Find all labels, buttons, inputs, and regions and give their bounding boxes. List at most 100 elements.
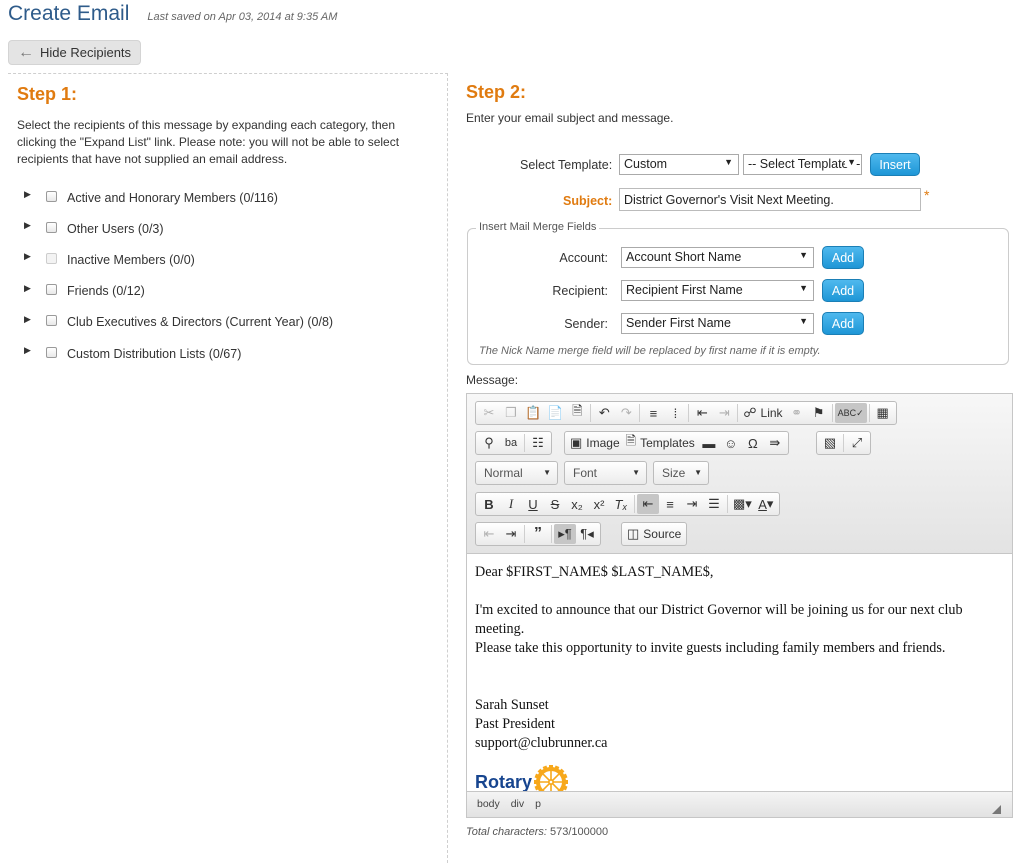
- merge-account-select[interactable]: Account Short Name ▼: [621, 247, 814, 268]
- expand-triangle-icon[interactable]: ▶: [24, 345, 46, 356]
- category-checkbox[interactable]: [46, 190, 57, 202]
- unlink-icon[interactable]: ⚭: [786, 403, 808, 423]
- redo-icon[interactable]: ↷: [615, 403, 637, 423]
- background-color-icon[interactable]: ▩▾: [730, 494, 755, 514]
- separator: [634, 495, 635, 513]
- templates-button[interactable]: 🗎 Templates: [623, 433, 698, 453]
- font-combo[interactable]: Font ▼: [564, 461, 647, 485]
- path-body[interactable]: body: [477, 798, 500, 810]
- blockquote-icon[interactable]: ”: [527, 524, 549, 544]
- step1-description: Select the recipients of this message by…: [17, 118, 400, 166]
- insert-template-button[interactable]: Insert: [870, 153, 920, 176]
- decrease-indent-icon[interactable]: ⇤: [478, 524, 500, 544]
- category-label: Club Executives & Directors (Current Yea…: [67, 315, 334, 330]
- align-left-icon[interactable]: ⇤: [637, 494, 659, 514]
- path-div[interactable]: div: [511, 798, 524, 810]
- copy-icon[interactable]: ❐: [500, 403, 522, 423]
- size-combo[interactable]: Size ▼: [653, 461, 709, 485]
- italic-icon[interactable]: I: [500, 494, 522, 514]
- template-label: Select Template:: [520, 158, 613, 172]
- template-select[interactable]: -- Select Template -- ▼: [743, 154, 862, 175]
- align-right-icon[interactable]: ⇥: [681, 494, 703, 514]
- separator: [831, 404, 833, 422]
- paste-icon[interactable]: 📋: [522, 403, 544, 423]
- superscript-icon[interactable]: x²: [588, 494, 610, 514]
- caret-down-icon: ▼: [632, 468, 640, 477]
- link-icon: ☍: [743, 405, 757, 420]
- image-button[interactable]: ▣ Image: [567, 433, 623, 453]
- caret-down-icon: ▼: [845, 157, 856, 167]
- expand-triangle-icon[interactable]: ▶: [24, 189, 46, 200]
- ltr-icon[interactable]: ▸¶: [554, 524, 576, 544]
- category-checkbox[interactable]: [46, 284, 57, 296]
- maximize-icon[interactable]: ⤢: [846, 433, 868, 453]
- editor-content[interactable]: Dear $FIRST_NAME$ $LAST_NAME$, I'm excit…: [467, 555, 1012, 799]
- cut-icon[interactable]: ✂: [478, 403, 500, 423]
- text-color-icon[interactable]: A ▾: [755, 494, 777, 514]
- align-center-icon[interactable]: ≡: [659, 494, 681, 514]
- add-account-button[interactable]: Add: [822, 246, 864, 269]
- page-break-icon[interactable]: ⇛: [764, 433, 786, 453]
- caret-down-icon: ▼: [694, 468, 702, 477]
- view-group: ▧ ⤢: [816, 431, 871, 455]
- separator: [524, 434, 525, 452]
- underline-icon[interactable]: U: [522, 494, 544, 514]
- caret-down-icon: ▼: [543, 468, 551, 477]
- numbered-list-icon[interactable]: ≡: [642, 403, 664, 423]
- add-sender-button[interactable]: Add: [822, 312, 864, 335]
- expand-triangle-icon[interactable]: ▶: [24, 251, 46, 262]
- rtl-icon[interactable]: ¶◂: [576, 524, 598, 544]
- template-type-select[interactable]: Custom ▼: [619, 154, 739, 175]
- subscript-icon[interactable]: x₂: [566, 494, 588, 514]
- hide-recipients-button[interactable]: ← Hide Recipients: [8, 40, 142, 65]
- justify-icon[interactable]: ☰: [703, 494, 725, 514]
- special-char-omega-icon[interactable]: Ω: [742, 433, 764, 453]
- paste-text-icon[interactable]: 📄: [544, 403, 566, 423]
- table-icon[interactable]: ▦: [872, 403, 894, 423]
- merge-sender-select[interactable]: Sender First Name ▼: [621, 313, 814, 334]
- source-button[interactable]: ◫ Source: [624, 524, 684, 544]
- bulleted-list-icon[interactable]: ⁞: [664, 403, 686, 423]
- image-icon: ▣: [570, 435, 583, 450]
- subject-input[interactable]: [619, 188, 921, 211]
- horizontal-rule-icon[interactable]: ▬: [698, 433, 720, 453]
- replace-icon[interactable]: ba: [500, 433, 522, 453]
- path-p[interactable]: p: [535, 798, 541, 810]
- merge-recipient-select[interactable]: Recipient First Name ▼: [621, 280, 814, 301]
- category-item: ▶ Inactive Members (0/0): [24, 244, 333, 275]
- category-checkbox[interactable]: [46, 346, 57, 358]
- smiley-icon[interactable]: ☺: [720, 433, 742, 453]
- recipients-panel: Step 1: Select the recipients of this me…: [8, 73, 448, 863]
- signature-name: Sarah Sunset: [475, 697, 549, 713]
- last-saved-text: Last saved on Apr 03, 2014 at 9:35 AM: [147, 11, 338, 23]
- anchor-flag-icon[interactable]: ⚑: [808, 403, 830, 423]
- remove-format-icon[interactable]: Tₓ: [610, 494, 632, 514]
- bold-icon[interactable]: B: [478, 494, 500, 514]
- expand-triangle-icon[interactable]: ▶: [24, 314, 46, 325]
- category-list: ▶ Active and Honorary Members (0/116) ▶ …: [24, 182, 333, 369]
- merge-sender-value: Sender First Name: [626, 316, 731, 330]
- expand-triangle-icon[interactable]: ▶: [24, 283, 46, 294]
- page-title: Create Email: [8, 2, 130, 25]
- resize-handle-icon[interactable]: [992, 805, 1001, 814]
- paste-word-icon[interactable]: 🗎: [566, 403, 588, 423]
- category-checkbox[interactable]: [46, 221, 57, 233]
- category-item: ▶ Active and Honorary Members (0/116): [24, 182, 333, 213]
- select-all-icon[interactable]: ☷: [527, 433, 549, 453]
- undo-icon[interactable]: ↶: [593, 403, 615, 423]
- format-combo[interactable]: Normal ▼: [475, 461, 558, 485]
- link-button[interactable]: ☍ Link: [740, 403, 785, 423]
- add-recipient-button[interactable]: Add: [822, 279, 864, 302]
- find-icon[interactable]: ⚲: [478, 433, 500, 453]
- expand-triangle-icon[interactable]: ▶: [24, 220, 46, 231]
- size-value: Size: [662, 466, 686, 480]
- spellcheck-icon[interactable]: ABC✓: [834, 403, 867, 423]
- image-label: Image: [586, 436, 620, 450]
- increase-indent-icon[interactable]: ⇥: [500, 524, 522, 544]
- outdent-icon[interactable]: ⇤: [691, 403, 713, 423]
- category-checkbox[interactable]: [46, 315, 57, 327]
- category-item: ▶ Friends (0/12): [24, 276, 333, 307]
- preview-icon[interactable]: ▧: [819, 433, 841, 453]
- strikethrough-icon[interactable]: S: [544, 494, 566, 514]
- indent-icon[interactable]: ⇥: [713, 403, 735, 423]
